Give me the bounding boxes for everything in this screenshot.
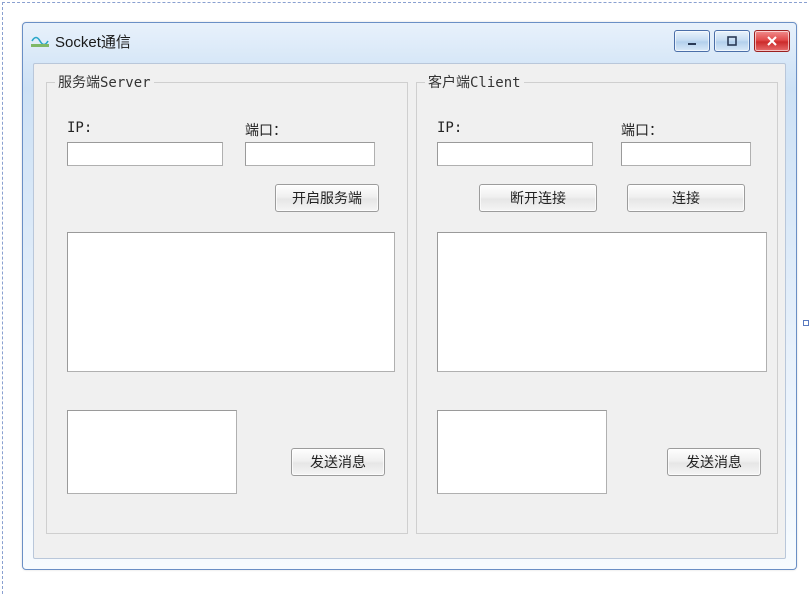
client-port-label: 端口： bbox=[621, 120, 663, 140]
designer-resize-handle[interactable] bbox=[803, 320, 809, 326]
minimize-button[interactable] bbox=[674, 30, 710, 52]
maximize-icon bbox=[726, 35, 738, 47]
server-groupbox: 服务端Server IP: 端口： 开启服务端 发送消息 bbox=[46, 72, 408, 534]
server-send-textarea[interactable] bbox=[67, 410, 237, 494]
server-port-label: 端口： bbox=[245, 120, 287, 140]
close-button[interactable] bbox=[754, 30, 790, 52]
client-port-input[interactable] bbox=[621, 142, 751, 166]
client-send-button[interactable]: 发送消息 bbox=[667, 448, 761, 476]
window-title: Socket通信 bbox=[55, 31, 674, 52]
titlebar[interactable]: Socket通信 bbox=[23, 23, 796, 59]
designer-guide-vertical bbox=[2, 2, 3, 594]
client-connect-button[interactable]: 连接 bbox=[627, 184, 745, 212]
client-disconnect-button[interactable]: 断开连接 bbox=[479, 184, 597, 212]
server-ip-label: IP: bbox=[67, 120, 92, 136]
window-controls bbox=[674, 30, 790, 52]
client-ip-input[interactable] bbox=[437, 142, 593, 166]
designer-guide-horizontal bbox=[2, 2, 807, 3]
server-start-button[interactable]: 开启服务端 bbox=[275, 184, 379, 212]
server-legend: 服务端Server bbox=[55, 72, 154, 92]
minimize-icon bbox=[686, 35, 698, 47]
close-icon bbox=[766, 35, 778, 47]
app-window: Socket通信 bbox=[22, 22, 797, 570]
client-area: 服务端Server IP: 端口： 开启服务端 发送消息 客户端Client I… bbox=[33, 63, 786, 559]
maximize-button[interactable] bbox=[714, 30, 750, 52]
client-legend: 客户端Client bbox=[425, 72, 524, 92]
app-icon bbox=[31, 34, 49, 48]
client-send-textarea[interactable] bbox=[437, 410, 607, 494]
designer-canvas: Socket通信 bbox=[0, 0, 809, 594]
client-groupbox: 客户端Client IP: 端口： 断开连接 连接 发送消息 bbox=[416, 72, 778, 534]
server-ip-input[interactable] bbox=[67, 142, 223, 166]
server-send-button[interactable]: 发送消息 bbox=[291, 448, 385, 476]
client-log-textarea[interactable] bbox=[437, 232, 767, 372]
client-ip-label: IP: bbox=[437, 120, 462, 136]
server-log-textarea[interactable] bbox=[67, 232, 395, 372]
server-port-input[interactable] bbox=[245, 142, 375, 166]
